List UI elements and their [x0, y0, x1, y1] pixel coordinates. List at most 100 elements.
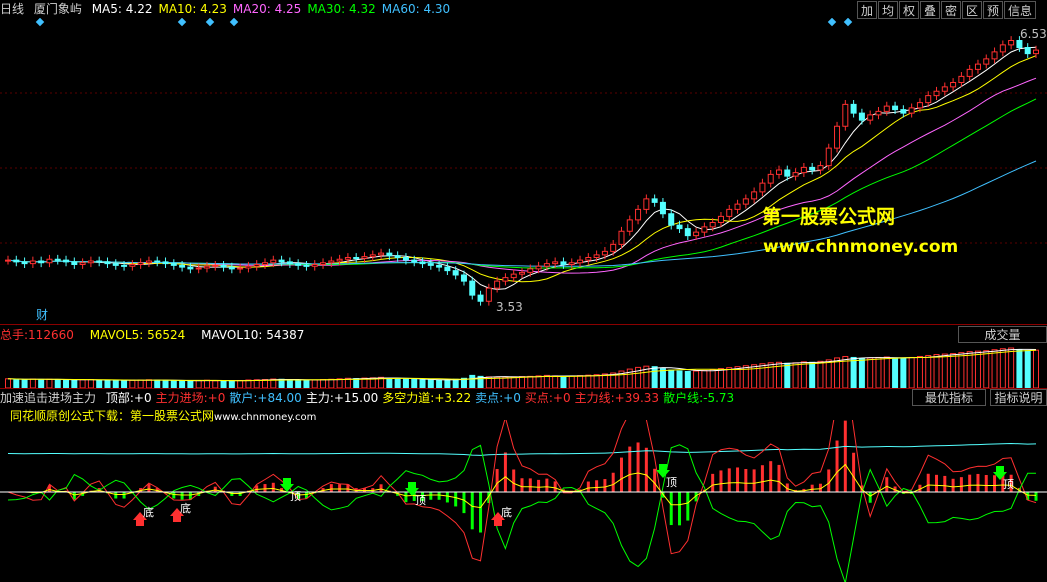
- cai-marker[interactable]: 财: [36, 306, 48, 323]
- candle-body: [709, 222, 716, 228]
- indicator-field: 散户:+84.00: [229, 391, 301, 405]
- indicator-chart[interactable]: 底底顶 顶底顶顶: [0, 420, 1047, 582]
- volume-bar: [792, 362, 799, 388]
- indicator-field-value: +0: [207, 391, 226, 405]
- volume-bar: [1024, 350, 1031, 388]
- volume-bar: [577, 375, 584, 388]
- candle-body: [916, 102, 923, 109]
- candle-body: [635, 208, 642, 221]
- candle-body: [519, 271, 525, 275]
- volume-bar: [54, 379, 61, 388]
- volume-bar: [320, 379, 327, 388]
- candle-body: [460, 274, 467, 282]
- candle-body: [402, 257, 409, 261]
- candle-body: [717, 215, 724, 223]
- volume-bar: [809, 361, 816, 388]
- candle-body: [21, 261, 28, 265]
- toolbar-button[interactable]: 加: [857, 1, 877, 19]
- candle-body: [253, 264, 260, 267]
- candle-body: [809, 166, 816, 171]
- indicator-help-button[interactable]: 指标说明: [990, 389, 1047, 406]
- signal-label: 顶: [415, 494, 426, 507]
- candle-body: [759, 182, 766, 193]
- volume-selector-button[interactable]: 成交量: [958, 326, 1047, 343]
- indicator-fields: 顶部:+0 主力进场:+0 散户:+84.00 主力:+15.00 多空力道:+3.22…: [106, 391, 738, 405]
- volume-header: 总手:112660 MAVOL5: 56524 MAVOL10: 54387: [0, 326, 316, 344]
- ma-label: MA30:: [307, 2, 346, 16]
- toolbar-button[interactable]: 密: [941, 1, 961, 19]
- ma-value: 4.23: [196, 2, 227, 16]
- volume-chart[interactable]: [0, 344, 1047, 388]
- bottom-signal-marker: 底: [491, 505, 512, 526]
- toolbar-button[interactable]: 预: [983, 1, 1003, 19]
- volume-bar: [353, 378, 360, 388]
- period-label[interactable]: 日线: [0, 2, 24, 16]
- candle-body: [270, 259, 277, 264]
- volume-bar: [386, 377, 393, 388]
- candle-body: [477, 294, 484, 302]
- volume-bar: [676, 370, 683, 388]
- volume-bar: [817, 360, 824, 388]
- volume-bar: [651, 366, 658, 388]
- ma-item: MA60: 4.30: [382, 2, 450, 16]
- ma-item: MA20: 4.25: [233, 2, 301, 16]
- candle-body: [784, 169, 791, 177]
- candlestick-chart[interactable]: [0, 18, 1047, 342]
- candle-body: [262, 262, 268, 265]
- indicator-field-label: 主力进场:: [155, 391, 208, 405]
- toolbar-button[interactable]: 叠: [920, 1, 940, 19]
- toolbar-button[interactable]: 区: [962, 1, 982, 19]
- volume-bar: [1008, 347, 1015, 388]
- diamond-marker: [843, 18, 853, 27]
- indicator-field-value: -5.73: [703, 391, 735, 405]
- candle-body: [875, 110, 882, 116]
- volume-bar: [427, 379, 434, 388]
- candle-body: [79, 262, 86, 265]
- toolbar-button[interactable]: 信息: [1004, 1, 1036, 19]
- candle-body: [543, 263, 550, 267]
- ma-value: 4.25: [270, 2, 302, 16]
- candle-body: [494, 280, 501, 289]
- volume-bar: [535, 375, 542, 388]
- volume-bar: [800, 361, 807, 388]
- toolbar-button[interactable]: 均: [878, 1, 898, 19]
- candle-body: [394, 255, 401, 258]
- indicator-field: 主力:+15.00: [306, 391, 378, 405]
- candle-body: [278, 259, 285, 263]
- candle-body: [908, 107, 915, 114]
- candle-body: [303, 264, 310, 267]
- toolbar-button[interactable]: 权: [899, 1, 919, 19]
- volume-bar: [933, 354, 940, 388]
- volume-bar: [908, 356, 915, 388]
- candle-body: [469, 280, 476, 296]
- candle-body: [46, 258, 53, 264]
- candle-body: [610, 243, 617, 252]
- volume-bar: [29, 378, 36, 388]
- candle-body: [286, 261, 293, 265]
- signal-label: 顶: [1003, 478, 1014, 491]
- volume-bar: [709, 369, 716, 388]
- volume-bar: [394, 378, 401, 388]
- volume-bar: [494, 376, 501, 388]
- volume-bar: [452, 378, 459, 388]
- low-price-label: 3.53: [496, 300, 523, 314]
- diamond-marker: [827, 18, 837, 27]
- volume-bar: [974, 350, 981, 388]
- panel-divider: [0, 324, 1047, 325]
- candle-body: [776, 169, 782, 175]
- indicator-field-value: +0: [503, 391, 521, 405]
- indicator-field-label: 散户线:: [663, 391, 704, 405]
- candle-body: [87, 260, 94, 264]
- volume-bar: [286, 379, 293, 388]
- candle-body: [237, 267, 244, 270]
- candle-body: [991, 51, 998, 60]
- volume-bar: [560, 375, 567, 388]
- candle-body: [502, 277, 509, 282]
- candle-body: [29, 260, 36, 265]
- candle-body: [999, 44, 1006, 53]
- volume-bar: [170, 380, 177, 388]
- volume-bar: [237, 379, 244, 388]
- volume-bar: [295, 379, 302, 388]
- volume-bar: [784, 362, 791, 388]
- best-indicator-button[interactable]: 最优指标: [912, 389, 986, 406]
